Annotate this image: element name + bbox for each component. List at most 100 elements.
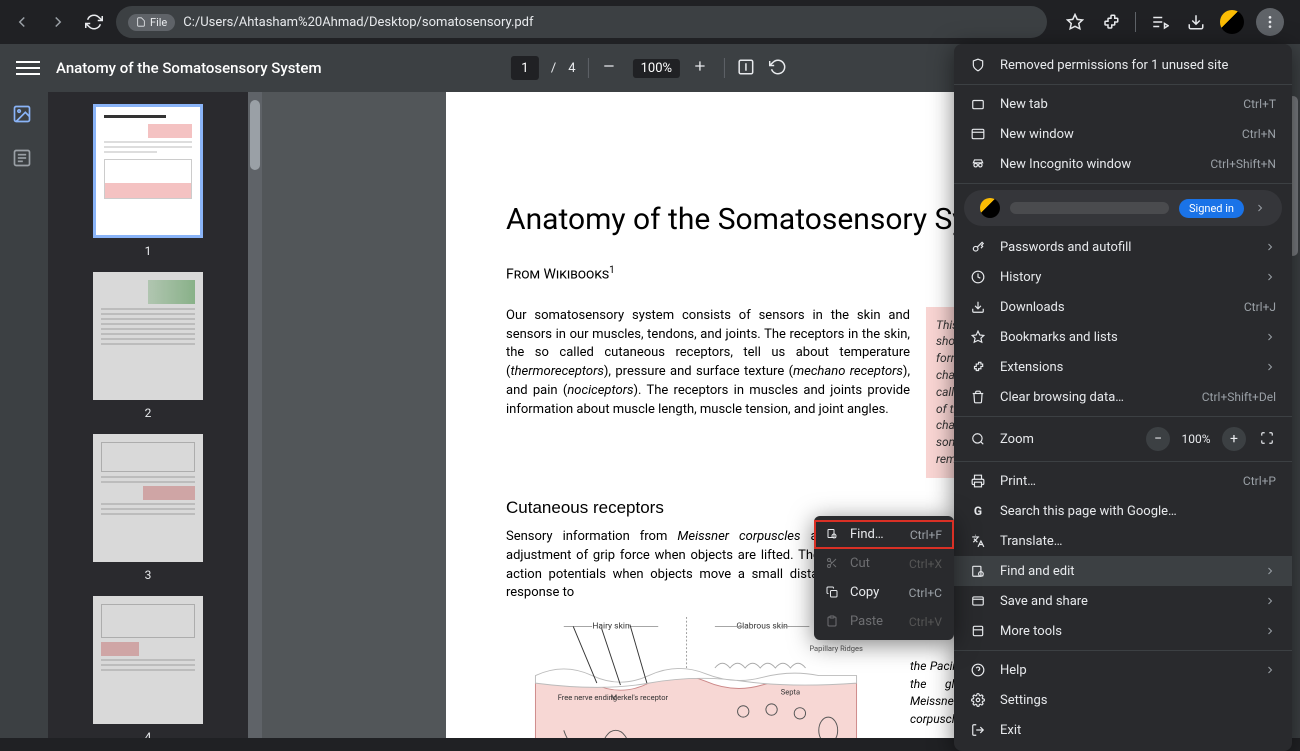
menu-new-window[interactable]: New windowCtrl+N — [954, 119, 1292, 149]
menu-clear-data[interactable]: Clear browsing data…Ctrl+Shift+Del — [954, 382, 1292, 412]
magnifier-icon — [970, 431, 986, 447]
thumbnail-panel: 1 2 3 4 — [48, 92, 248, 738]
thumb-label-4: 4 — [145, 730, 152, 738]
profile-avatar[interactable] — [1220, 10, 1244, 34]
menu-profile[interactable]: Signed in — [964, 190, 1282, 226]
forward-button[interactable] — [44, 8, 72, 36]
document-title: Anatomy of the Somatosensory System — [56, 59, 322, 77]
sidebar-toggle[interactable] — [16, 56, 40, 80]
menu-save-share[interactable]: Save and share — [954, 586, 1292, 616]
menu-translate[interactable]: Translate… — [954, 526, 1292, 556]
zoom-in-button[interactable] — [692, 58, 712, 78]
copy-icon — [826, 586, 840, 600]
extensions-icon[interactable] — [1099, 10, 1123, 34]
browser-toolbar: File C:/Users/Ahtasham%20Ahmad/Desktop/s… — [0, 0, 1300, 44]
download-icon[interactable] — [1184, 10, 1208, 34]
thumbnail-3[interactable] — [93, 434, 203, 562]
url-text: C:/Users/Ahtasham%20Ahmad/Desktop/somato… — [183, 15, 533, 30]
playlist-icon[interactable] — [1148, 10, 1172, 34]
menu-exit[interactable]: Exit — [954, 715, 1292, 745]
menu-new-tab[interactable]: New tabCtrl+T — [954, 89, 1292, 119]
help-icon — [970, 662, 986, 678]
menu-find-edit[interactable]: Find and edit — [954, 556, 1292, 586]
menu-zoom: Zoom − 100% + — [954, 421, 1292, 457]
menu-print[interactable]: Print…Ctrl+P — [954, 466, 1292, 496]
fullscreen-icon[interactable] — [1260, 431, 1276, 447]
gear-icon — [970, 692, 986, 708]
menu-incognito[interactable]: New Incognito windowCtrl+Shift+N — [954, 149, 1292, 179]
svg-text:Glabrous skin: Glabrous skin — [736, 622, 788, 632]
menu-google-search[interactable]: GSearch this page with Google… — [954, 496, 1292, 526]
chrome-overflow-menu: Removed permissions for 1 unused site Ne… — [954, 44, 1292, 751]
thumb-label-1: 1 — [145, 244, 152, 258]
page-total: 4 — [568, 61, 575, 76]
scissors-icon — [826, 557, 840, 571]
menu-more-tools[interactable]: More tools — [954, 616, 1292, 646]
submenu-paste: PasteCtrl+V — [814, 607, 954, 636]
address-bar[interactable]: File C:/Users/Ahtasham%20Ahmad/Desktop/s… — [116, 6, 1047, 38]
menu-downloads[interactable]: DownloadsCtrl+J — [954, 292, 1292, 322]
rotate-button[interactable] — [769, 58, 789, 78]
share-icon — [970, 593, 986, 609]
find-edit-submenu: Find…Ctrl+F CutCtrl+X CopyCtrl+C PasteCt… — [814, 516, 954, 640]
thumb-label-3: 3 — [145, 568, 152, 582]
puzzle-icon — [970, 359, 986, 375]
thumbnail-2[interactable] — [93, 272, 203, 400]
page-number-input[interactable] — [511, 56, 539, 80]
google-icon: G — [970, 503, 986, 519]
svg-text:Papillary Ridges: Papillary Ridges — [809, 644, 863, 653]
svg-text:Merkel's receptor: Merkel's receptor — [611, 693, 669, 702]
key-icon — [970, 239, 986, 255]
trash-icon — [970, 389, 986, 405]
menu-passwords[interactable]: Passwords and autofill — [954, 232, 1292, 262]
file-chip: File — [128, 14, 175, 31]
svg-text:Hairy skin: Hairy skin — [592, 622, 630, 632]
star-icon[interactable] — [1063, 10, 1087, 34]
svg-text:Septa: Septa — [781, 688, 800, 697]
star-icon — [970, 329, 986, 345]
menu-zoom-in[interactable]: + — [1222, 427, 1246, 451]
submenu-find[interactable]: Find…Ctrl+F — [814, 520, 954, 549]
left-rail — [0, 92, 48, 738]
menu-avatar-icon — [980, 198, 1000, 218]
menu-history[interactable]: History — [954, 262, 1292, 292]
back-button[interactable] — [8, 8, 36, 36]
tools-icon — [970, 623, 986, 639]
menu-bookmarks[interactable]: Bookmarks and lists — [954, 322, 1292, 352]
menu-help[interactable]: Help — [954, 655, 1292, 685]
tab-icon — [970, 96, 986, 112]
menu-permissions[interactable]: Removed permissions for 1 unused site — [954, 50, 1292, 80]
menu-extensions[interactable]: Extensions — [954, 352, 1292, 382]
paste-icon — [826, 615, 840, 629]
page-separator: / — [551, 61, 556, 76]
menu-settings[interactable]: Settings — [954, 685, 1292, 715]
outline-tab-icon[interactable] — [12, 148, 36, 172]
shield-icon — [970, 57, 986, 73]
submenu-cut: CutCtrl+X — [814, 549, 954, 578]
window-icon — [970, 126, 986, 142]
menu-zoom-out[interactable]: − — [1146, 427, 1170, 451]
zoom-level: 100% — [633, 59, 680, 78]
find-icon — [970, 563, 986, 579]
svg-text:Free nerve ending: Free nerve ending — [558, 693, 617, 702]
translate-icon — [970, 533, 986, 549]
find-page-icon — [826, 528, 840, 542]
kebab-menu-button[interactable] — [1256, 8, 1284, 36]
print-icon — [970, 473, 986, 489]
zoom-out-button[interactable] — [601, 58, 621, 78]
submenu-copy[interactable]: CopyCtrl+C — [814, 578, 954, 607]
download-icon — [970, 299, 986, 315]
thumb-scrollbar[interactable] — [248, 92, 262, 738]
menu-zoom-value: 100% — [1176, 432, 1216, 446]
thumbnails-tab-icon[interactable] — [12, 104, 36, 128]
paragraph-1: Our somatosensory system consists of sen… — [506, 307, 910, 478]
signed-in-badge: Signed in — [1179, 199, 1244, 218]
thumbnail-4[interactable] — [93, 596, 203, 724]
file-chip-label: File — [150, 16, 167, 29]
reload-button[interactable] — [80, 8, 108, 36]
incognito-icon — [970, 156, 986, 172]
fit-page-button[interactable] — [737, 58, 757, 78]
profile-name-redacted — [1010, 202, 1169, 214]
thumb-label-2: 2 — [145, 406, 152, 420]
thumbnail-1[interactable] — [93, 104, 203, 238]
